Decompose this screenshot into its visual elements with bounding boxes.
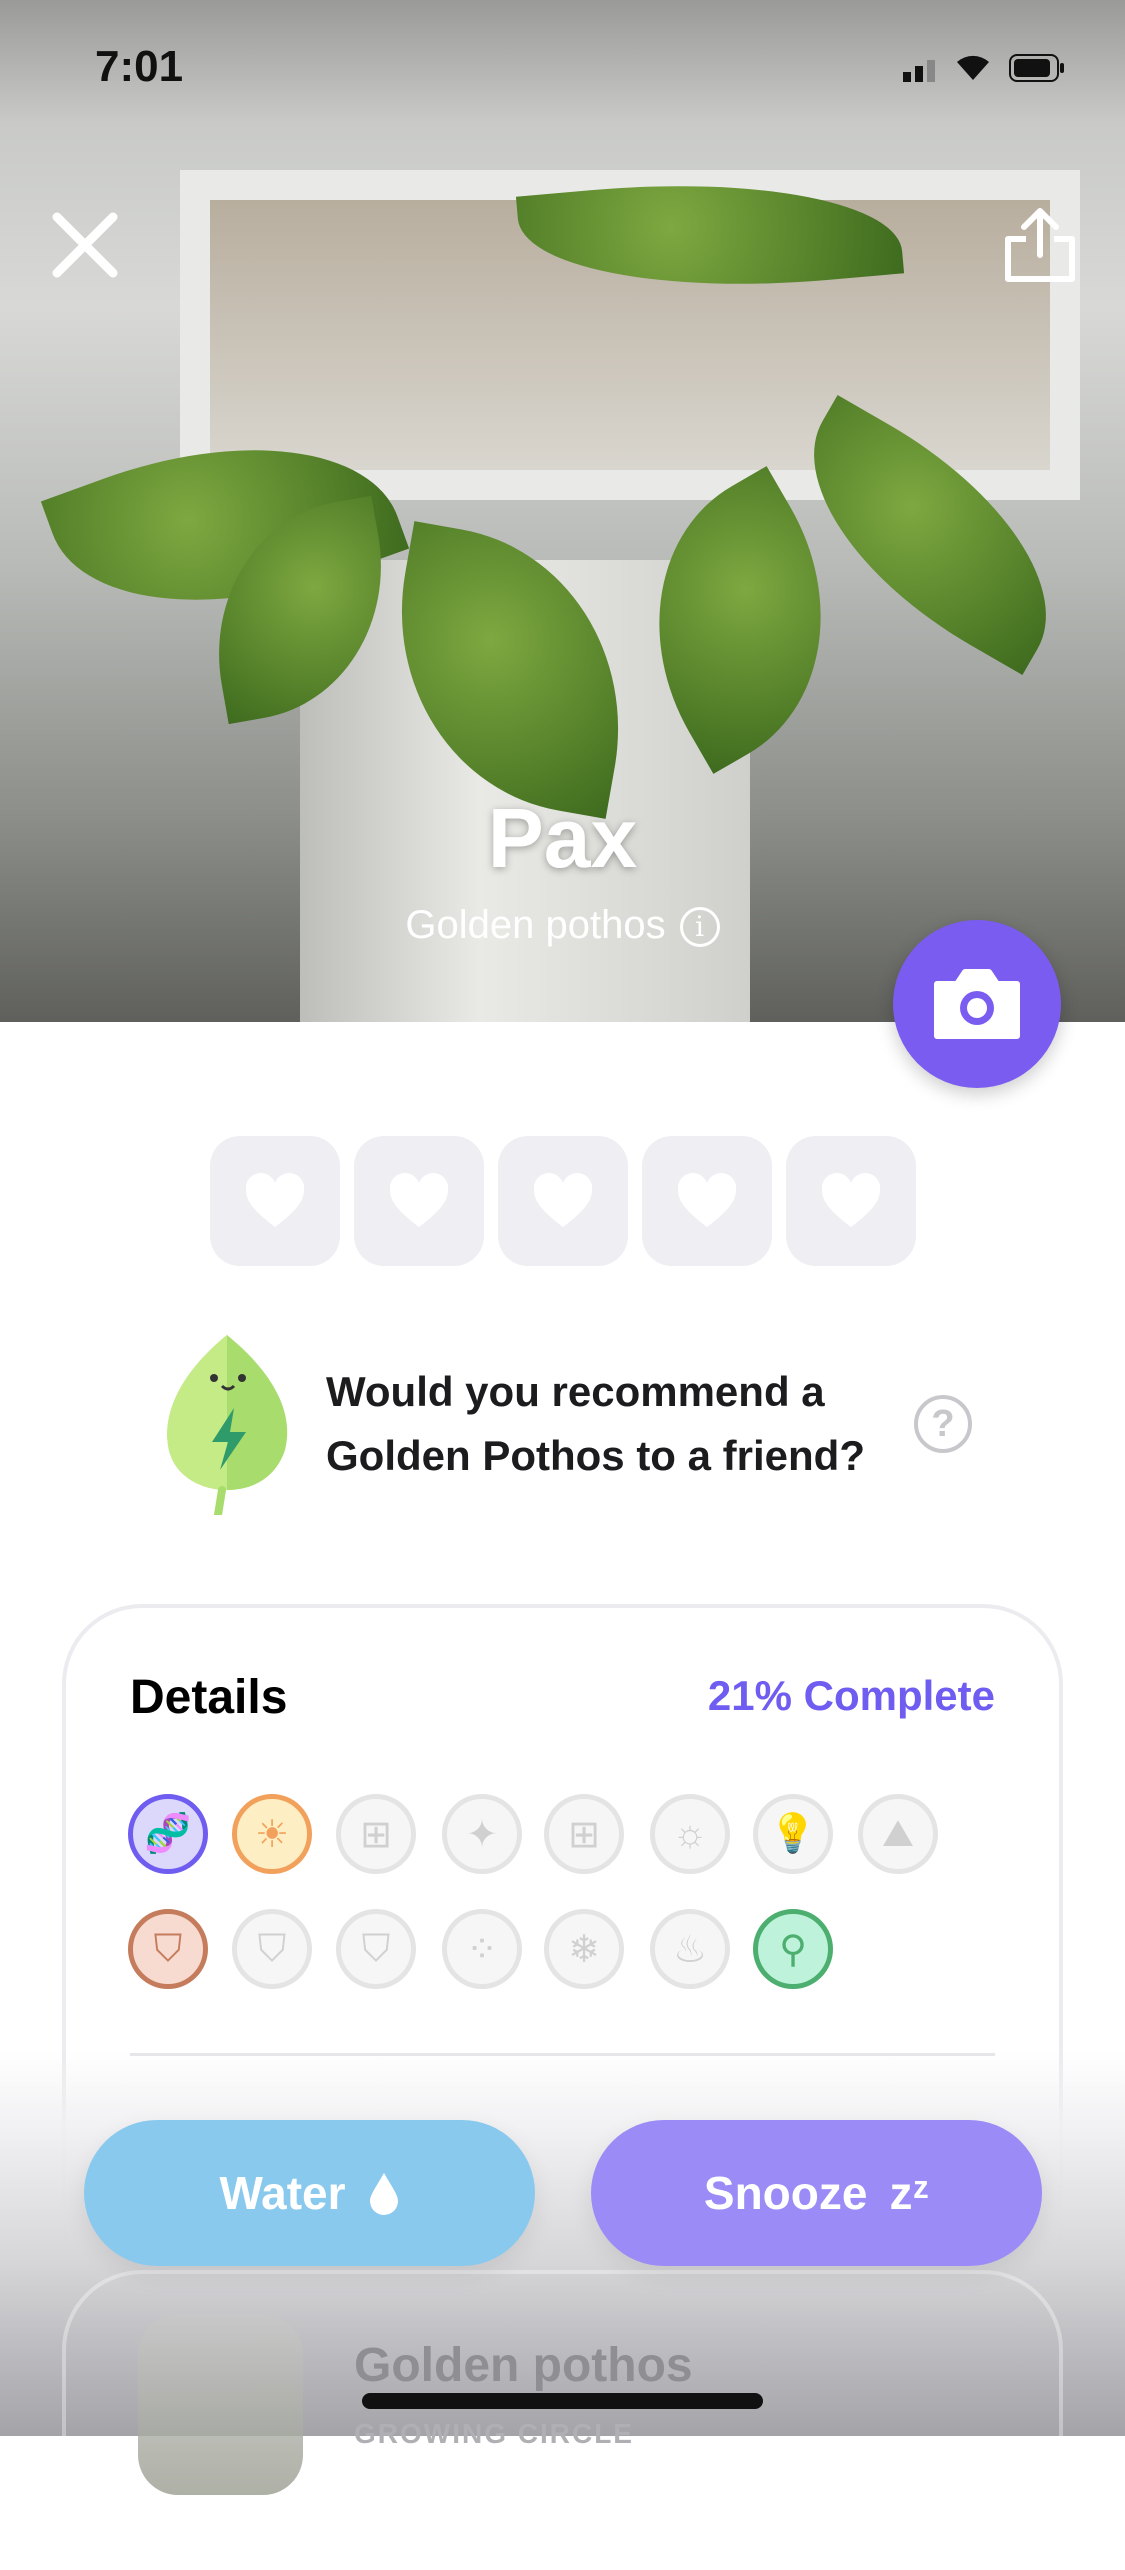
close-button[interactable] <box>45 205 125 285</box>
water-drop-icon <box>369 2173 398 2215</box>
soil-icon[interactable]: ⁘ <box>442 1909 522 1989</box>
window-frame-icon[interactable]: ⊞ <box>544 1794 624 1874</box>
details-title: Details <box>130 1671 288 1724</box>
heart-rating-button[interactable] <box>498 1136 628 1266</box>
share-button[interactable] <box>1000 205 1080 285</box>
lightbulb-icon[interactable]: 💡 <box>753 1794 833 1874</box>
heart-icon <box>821 1173 881 1227</box>
pot-icon[interactable]: ⛉ <box>128 1909 208 1989</box>
close-icon <box>52 212 118 278</box>
details-progress: 21% Complete <box>707 1672 995 1719</box>
heart-rating-button[interactable] <box>210 1136 340 1266</box>
snooze-icon: zᶻ <box>889 2167 930 2219</box>
question-line-1: Would you recommend a <box>326 1368 825 1415</box>
heart-icon <box>389 1173 449 1227</box>
sunrise-icon[interactable]: ⛰ <box>858 1794 938 1874</box>
compass-icon[interactable]: ✦ <box>442 1794 522 1874</box>
snowflake-icon[interactable]: ❄ <box>544 1909 624 1989</box>
camera-icon <box>934 969 1020 1039</box>
battery-icon <box>1009 54 1064 82</box>
snooze-label: Snooze <box>703 2167 868 2219</box>
camera-button[interactable] <box>893 920 1061 1088</box>
sun-icon[interactable]: ☀ <box>232 1794 312 1874</box>
wifi-icon <box>957 55 989 80</box>
heart-rating-button[interactable] <box>354 1136 484 1266</box>
flame-icon[interactable]: ♨ <box>650 1909 730 1989</box>
background-card-subtitle: GROWING CIRCLE <box>354 2418 634 2449</box>
plant-thumbnail <box>138 2315 303 2495</box>
heart-rating-button[interactable] <box>642 1136 772 1266</box>
question-line-2: Golden Pothos to a friend? <box>326 1432 865 1479</box>
share-icon <box>1005 208 1075 282</box>
heart-icon <box>533 1173 593 1227</box>
pots-icon[interactable]: ⛉ <box>232 1909 312 1989</box>
water-button[interactable]: Water <box>84 2120 535 2266</box>
info-icon[interactable]: i <box>679 907 720 948</box>
background-card-title: Golden pothos <box>354 2339 693 2392</box>
snooze-button[interactable]: Snooze zᶻ <box>591 2120 1042 2266</box>
recommend-question: Would you recommend a Golden Pothos to a… <box>326 1360 865 1488</box>
status-bar: 7:01 <box>0 0 1125 130</box>
sun-clock-icon[interactable]: ☼ <box>650 1794 730 1874</box>
plant-species: Golden pothos <box>405 903 666 947</box>
home-indicator[interactable] <box>362 2393 763 2409</box>
drainage-pot-icon[interactable]: ⛉ <box>336 1909 416 1989</box>
leaf-mascot-icon <box>167 1335 288 1515</box>
help-icon[interactable]: ? <box>914 1395 972 1453</box>
heart-icon <box>677 1173 737 1227</box>
water-label: Water <box>219 2167 346 2219</box>
rating-hearts <box>210 1136 916 1266</box>
location-pin-icon[interactable]: ⚲ <box>753 1909 833 1989</box>
plant-name: Pax <box>487 791 638 885</box>
heart-icon <box>245 1173 305 1227</box>
signal-icon <box>903 60 935 82</box>
dna-icon[interactable]: 🧬 <box>128 1794 208 1874</box>
heart-rating-button[interactable] <box>786 1136 916 1266</box>
clock: 7:01 <box>95 42 184 91</box>
window-icon[interactable]: ⊞ <box>336 1794 416 1874</box>
